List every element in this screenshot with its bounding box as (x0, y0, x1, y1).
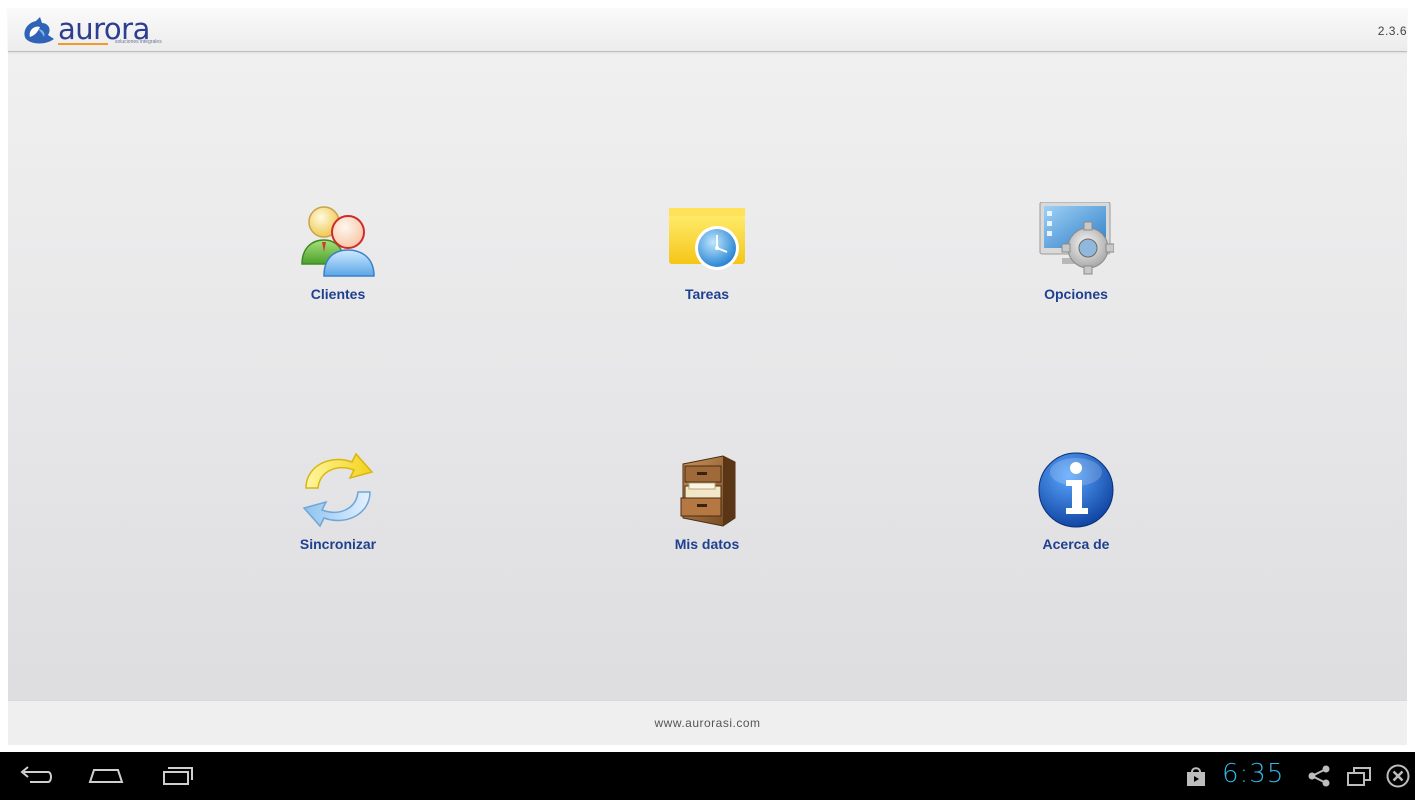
menu-tile-tareas[interactable]: Tareas (637, 202, 777, 312)
window-icon[interactable] (1346, 764, 1372, 788)
menu-label-opciones: Opciones (1044, 286, 1108, 302)
menu-tile-sincronizar[interactable]: Sincronizar (268, 452, 408, 562)
action-bar: aurora soluciones integrales 2.3.6 (8, 8, 1407, 52)
recent-apps-icon[interactable] (158, 760, 198, 792)
menu-tile-opciones[interactable]: Opciones (1006, 202, 1146, 312)
menu-label-tareas: Tareas (684, 286, 730, 302)
system-navigation-bar: 6:35 (0, 752, 1415, 800)
sync-icon (302, 452, 374, 528)
share-icon[interactable] (1306, 764, 1332, 788)
menu-tile-mis-datos[interactable]: Mis datos (637, 452, 777, 562)
logo-mark-icon (24, 17, 54, 44)
menu-tile-clientes[interactable]: Clientes (268, 202, 408, 312)
menu-tile-acerca-de[interactable]: Acerca de (1006, 452, 1146, 562)
menu-label-acerca-de: Acerca de (1042, 536, 1110, 552)
menu-label-mis-datos: Mis datos (674, 536, 740, 552)
tasks-clock-icon (669, 208, 745, 270)
close-circle-icon[interactable] (1385, 764, 1411, 788)
footer-bar: www.aurorasi.com (8, 700, 1407, 745)
version-label: 2.3.6 (1377, 24, 1407, 38)
settings-monitor-icon (1039, 202, 1114, 275)
app-window: aurora soluciones integrales 2.3.6 Clien… (8, 8, 1407, 745)
menu-label-clientes: Clientes (310, 286, 366, 302)
clock[interactable]: 6:35 (1222, 759, 1284, 789)
info-icon (1038, 452, 1114, 528)
users-icon (301, 206, 375, 277)
store-bag-icon[interactable] (1183, 764, 1209, 788)
menu-label-sincronizar: Sincronizar (299, 536, 377, 552)
back-icon[interactable] (16, 760, 56, 792)
file-cabinet-icon (680, 455, 736, 527)
aurora-logo[interactable]: aurora soluciones integrales (20, 12, 180, 47)
home-icon[interactable] (86, 760, 126, 792)
logo-tagline: soluciones integrales (115, 39, 162, 45)
website-link[interactable]: www.aurorasi.com (8, 716, 1407, 730)
logo-underline (58, 43, 108, 45)
